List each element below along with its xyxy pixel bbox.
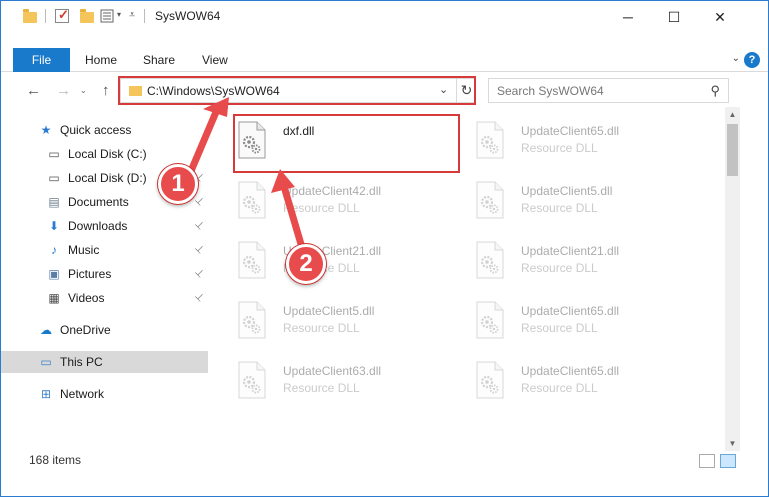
callout-1-arrow [187, 103, 223, 173]
arrow-overlay [187, 97, 307, 252]
callout-2-arrow [279, 182, 307, 252]
callout-2-arrowhead [271, 169, 295, 193]
callout-1: 1 [158, 164, 198, 204]
explorer-window: ▾ ⩡ SysWOW64 ─ ☐ ✕ File Home Share View … [0, 0, 769, 497]
callout-2: 2 [286, 244, 326, 284]
